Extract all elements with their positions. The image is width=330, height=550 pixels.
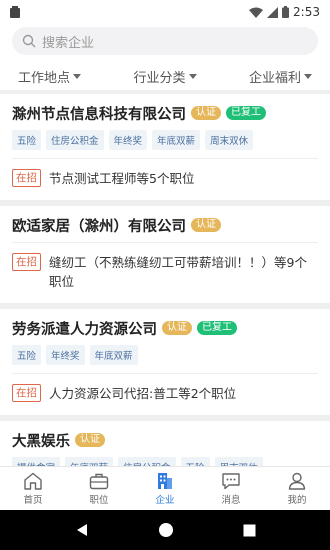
company-card[interactable]: 滁州节点信息科技有限公司 认证 已复工 五险 住房公积金 年终奖 年底双薪 周末… — [0, 94, 330, 200]
certified-badge: 认证 — [162, 321, 192, 335]
filter-label: 行业分类 — [133, 70, 186, 86]
job-summary[interactable]: 在招 节点测试工程师等5个职位 — [12, 159, 318, 200]
filter-benefits[interactable]: 企业福利 — [249, 67, 312, 86]
certified-badge: 认证 — [191, 218, 221, 232]
benefit-tag: 周末双休 — [205, 130, 254, 150]
certified-badge: 认证 — [191, 106, 221, 120]
status-bar: 2:53 — [0, 0, 330, 24]
home-icon — [24, 472, 42, 490]
company-list: 滁州节点信息科技有限公司 认证 已复工 五险 住房公积金 年终奖 年底双薪 周末… — [0, 90, 330, 466]
tab-label: 企业 — [155, 494, 175, 506]
benefit-tag: 年底双薪 — [152, 130, 201, 150]
benefit-tag: 周末双休 — [214, 457, 263, 466]
filter-label: 工作地点 — [18, 70, 71, 86]
caret-down-icon — [303, 73, 312, 79]
message-icon — [222, 472, 240, 489]
tab-companies[interactable]: 企业 — [132, 467, 198, 510]
benefit-tag: 年底双薪 — [65, 457, 114, 466]
tab-home[interactable]: 首页 — [0, 467, 66, 510]
job-summary-text: 人力资源公司代招:普工等2个职位 — [49, 386, 237, 401]
tab-label: 首页 — [23, 494, 43, 506]
tab-label: 我的 — [287, 494, 307, 506]
job-summary[interactable]: 在招 缝纫工（不熟练缝纫工可带薪培训！！）等9个职位 — [12, 243, 318, 303]
company-name: 滁州节点信息科技有限公司 — [12, 106, 186, 123]
benefit-tag: 年底双薪 — [89, 345, 138, 365]
benefit-tag: 五险 — [12, 130, 42, 150]
benefit-tag: 五险 — [180, 457, 210, 466]
job-summary[interactable]: 在招 人力资源公司代招:普工等2个职位 — [12, 374, 318, 415]
tab-messages[interactable]: 消息 — [198, 467, 264, 510]
benefit-tags: 五险 住房公积金 年终奖 年底双薪 周末双休 — [12, 126, 318, 158]
benefit-tags: 五险 年终奖 年底双薪 — [12, 341, 318, 373]
filter-location[interactable]: 工作地点 — [18, 67, 82, 86]
caret-down-icon — [73, 73, 82, 79]
benefit-tag: 五险 — [12, 345, 42, 365]
building-icon — [158, 472, 172, 489]
resumed-badge: 已复工 — [226, 106, 266, 120]
back-icon[interactable] — [75, 523, 89, 537]
company-card[interactable]: 劳务派遣人力资源公司 认证 已复工 五险 年终奖 年底双薪 在招 人力资源公司代… — [0, 309, 330, 415]
company-name: 欧适家居（滁州）有限公司 — [12, 218, 186, 235]
home-button-icon[interactable] — [158, 522, 174, 538]
company-name: 大黑娱乐 — [12, 433, 70, 450]
certified-badge: 认证 — [75, 433, 105, 447]
search-icon — [22, 34, 36, 48]
benefit-tags: 提供食宿 年底双薪 住房公积金 五险 周末双休 — [12, 453, 318, 466]
filter-bar: 工作地点 行业分类 企业福利 — [0, 62, 330, 90]
job-summary-text: 缝纫工（不熟练缝纫工可带薪培训！！）等9个职位 — [49, 255, 307, 289]
bottom-tab-bar: 首页 职位 企业 消息 我的 — [0, 466, 330, 510]
recents-icon[interactable] — [243, 524, 256, 537]
search-input[interactable]: 搜索企业 — [12, 27, 318, 55]
filter-industry[interactable]: 行业分类 — [133, 67, 197, 86]
benefit-tag: 提供食宿 — [12, 457, 61, 466]
tab-profile[interactable]: 我的 — [264, 467, 330, 510]
search-placeholder: 搜索企业 — [42, 35, 95, 51]
resumed-badge: 已复工 — [197, 321, 237, 335]
company-card[interactable]: 大黑娱乐 认证 提供食宿 年底双薪 住房公积金 五险 周末双休 — [0, 421, 330, 466]
job-summary-text: 节点测试工程师等5个职位 — [49, 171, 195, 186]
notification-icon — [10, 6, 20, 18]
filter-label: 企业福利 — [248, 70, 301, 86]
tab-label: 职位 — [89, 494, 109, 506]
system-nav-bar — [0, 510, 330, 550]
benefit-tag: 住房公积金 — [46, 130, 104, 150]
battery-icon — [282, 6, 290, 18]
company-name: 劳务派遣人力资源公司 — [12, 321, 157, 338]
hiring-badge: 在招 — [12, 253, 41, 271]
benefit-tag: 年终奖 — [46, 345, 85, 365]
clock: 2:53 — [293, 5, 320, 19]
user-icon — [288, 472, 306, 490]
wifi-icon — [249, 7, 264, 18]
hiring-badge: 在招 — [12, 384, 41, 402]
tab-label: 消息 — [221, 494, 241, 506]
signal-icon — [267, 6, 279, 18]
benefit-tag: 住房公积金 — [118, 457, 176, 466]
tab-jobs[interactable]: 职位 — [66, 467, 132, 510]
briefcase-icon — [89, 473, 109, 489]
hiring-badge: 在招 — [12, 169, 41, 187]
benefit-tag: 年终奖 — [108, 130, 148, 150]
company-card[interactable]: 欧适家居（滁州）有限公司 认证 在招 缝纫工（不熟练缝纫工可带薪培训！！）等9个… — [0, 206, 330, 303]
caret-down-icon — [188, 73, 197, 79]
search-bar: 搜索企业 — [0, 24, 330, 62]
